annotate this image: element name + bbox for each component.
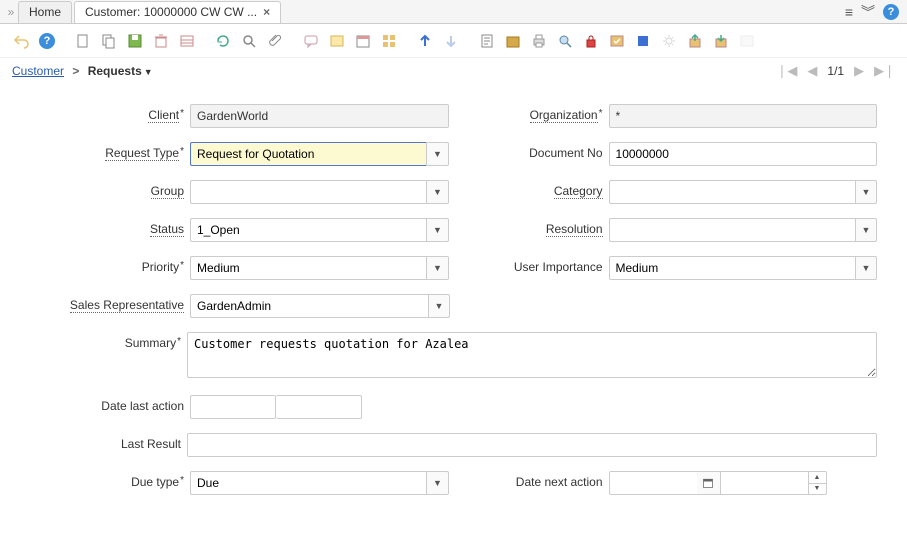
chevron-down-icon: ▼ <box>144 67 153 77</box>
pager-prev-icon[interactable]: ◀ <box>807 63 817 79</box>
label-date-next-action: Date next action <box>449 471 609 489</box>
summary-field[interactable] <box>187 332 877 378</box>
status-field[interactable] <box>190 218 426 242</box>
breadcrumb-separator: > <box>72 64 79 78</box>
help-icon[interactable]: ? <box>883 4 899 20</box>
category-field[interactable] <box>609 180 855 204</box>
label-priority: Priority <box>30 256 190 274</box>
note-icon[interactable] <box>326 30 348 52</box>
sales-rep-dropdown-button[interactable]: ▼ <box>428 294 450 318</box>
label-last-result: Last Result <box>30 433 187 451</box>
zoom-icon[interactable] <box>554 30 576 52</box>
organization-field <box>609 104 877 128</box>
more-icon[interactable] <box>736 30 758 52</box>
client-field <box>190 104 449 128</box>
save-icon[interactable] <box>124 30 146 52</box>
group-dropdown-button[interactable]: ▼ <box>426 180 448 204</box>
tab-bar: » Home Customer: 10000000 CW CW ... × ≡ … <box>0 0 907 24</box>
label-sales-rep: Sales Representative <box>30 294 190 312</box>
date-next-action-spinner[interactable]: ▲▼ <box>809 471 827 495</box>
multi-icon[interactable] <box>378 30 400 52</box>
breadcrumb-bar: Customer > Requests▼ ❘◀ ◀ 1/1 ▶ ▶❘ <box>0 58 907 84</box>
calendar-icon[interactable] <box>352 30 374 52</box>
label-organization: Organization <box>449 104 609 122</box>
label-document-no: Document No <box>449 142 609 160</box>
archive-icon[interactable] <box>502 30 524 52</box>
due-type-field[interactable] <box>190 471 426 495</box>
label-request-type: Request Type <box>30 142 190 160</box>
collapse-icon[interactable]: ︾ <box>861 2 875 22</box>
search-icon[interactable] <box>238 30 260 52</box>
calendar-picker-icon[interactable] <box>697 471 721 495</box>
refresh-icon[interactable] <box>212 30 234 52</box>
grid-toggle-icon[interactable] <box>176 30 198 52</box>
toolbar: ? <box>0 24 907 58</box>
label-summary: Summary <box>30 332 187 350</box>
status-dropdown-button[interactable]: ▼ <box>426 218 448 242</box>
delete-icon[interactable] <box>150 30 172 52</box>
user-importance-field[interactable] <box>609 256 855 280</box>
user-importance-dropdown-button[interactable]: ▼ <box>855 256 877 280</box>
pager-last-icon[interactable]: ▶❘ <box>874 63 895 79</box>
undo-icon[interactable] <box>10 30 32 52</box>
resolution-dropdown-button[interactable]: ▼ <box>855 218 877 242</box>
document-no-field[interactable] <box>609 142 877 166</box>
tab-customer-label: Customer: 10000000 CW CW ... <box>85 5 257 19</box>
spinner-up-icon[interactable]: ▲ <box>809 472 826 484</box>
import-icon[interactable] <box>710 30 732 52</box>
label-due-type: Due type <box>30 471 190 489</box>
priority-field[interactable] <box>190 256 426 280</box>
request-type-dropdown-button[interactable]: ▼ <box>426 142 448 166</box>
request-type-field[interactable] <box>190 142 426 166</box>
tab-home[interactable]: Home <box>18 1 72 23</box>
category-dropdown-button[interactable]: ▼ <box>855 180 877 204</box>
new-icon[interactable] <box>72 30 94 52</box>
tab-home-label: Home <box>29 5 61 19</box>
report-icon[interactable] <box>476 30 498 52</box>
label-category: Category <box>449 180 609 198</box>
label-group: Group <box>30 180 190 198</box>
spinner-down-icon[interactable]: ▼ <box>809 484 826 495</box>
copy-icon[interactable] <box>98 30 120 52</box>
date-next-action-num[interactable] <box>721 471 809 495</box>
menu-icon[interactable]: ≡ <box>845 4 853 20</box>
help-toolbar-icon[interactable]: ? <box>36 30 58 52</box>
label-resolution: Resolution <box>449 218 609 236</box>
tab-customer[interactable]: Customer: 10000000 CW CW ... × <box>74 1 281 23</box>
date-next-action-date[interactable] <box>609 471 697 495</box>
chat-icon[interactable] <box>300 30 322 52</box>
tab-close-icon[interactable]: × <box>263 5 270 19</box>
breadcrumb-current[interactable]: Requests▼ <box>88 64 153 78</box>
due-type-dropdown-button[interactable]: ▼ <box>426 471 448 495</box>
attachment-icon[interactable] <box>264 30 286 52</box>
breadcrumb: Customer > Requests▼ <box>12 64 153 78</box>
form: Client Organization Request Type ▼ Docum… <box>0 84 907 519</box>
date-last-action-time[interactable] <box>276 395 362 419</box>
product-icon[interactable] <box>632 30 654 52</box>
expand-tabs-icon[interactable]: » <box>4 5 18 19</box>
parent-up-icon[interactable] <box>414 30 436 52</box>
label-client: Client <box>30 104 190 122</box>
label-date-last-action: Date last action <box>30 395 190 413</box>
pager-text: 1/1 <box>827 64 844 78</box>
resolution-field[interactable] <box>609 218 855 242</box>
record-pager: ❘◀ ◀ 1/1 ▶ ▶❘ <box>777 63 895 79</box>
label-status: Status <box>30 218 190 236</box>
print-icon[interactable] <box>528 30 550 52</box>
parent-down-icon[interactable] <box>440 30 462 52</box>
gear-icon[interactable] <box>658 30 680 52</box>
label-user-importance: User Importance <box>449 256 609 274</box>
pager-first-icon[interactable]: ❘◀ <box>777 63 798 79</box>
breadcrumb-root[interactable]: Customer <box>12 64 64 78</box>
lock-icon[interactable] <box>580 30 602 52</box>
sales-rep-field[interactable] <box>190 294 428 318</box>
last-result-field[interactable] <box>187 433 877 457</box>
export-icon[interactable] <box>684 30 706 52</box>
pager-next-icon[interactable]: ▶ <box>854 63 864 79</box>
process-icon[interactable] <box>606 30 628 52</box>
priority-dropdown-button[interactable]: ▼ <box>426 256 448 280</box>
date-last-action-date[interactable] <box>190 395 276 419</box>
group-field[interactable] <box>190 180 426 204</box>
